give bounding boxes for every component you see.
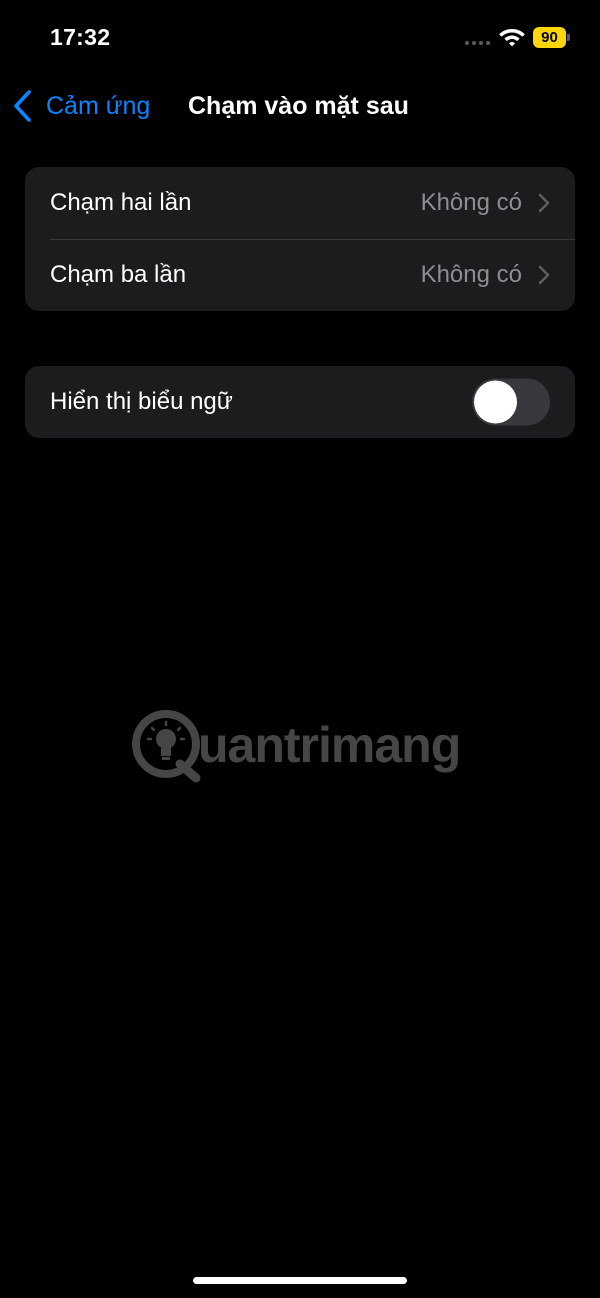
toggle-knob: [474, 380, 517, 424]
banner-group: Hiển thị biểu ngữ: [25, 366, 575, 438]
tap-actions-group: Chạm hai lần Không có Chạm ba lần Không …: [25, 167, 575, 311]
watermark-text: uantrimang: [198, 717, 461, 773]
row-triple-tap[interactable]: Chạm ba lần Không có: [25, 239, 575, 311]
screen: 17:32 90 Cảm ứng Chạm vào mặt sau Chạm h…: [0, 0, 600, 1298]
row-double-tap[interactable]: Chạm hai lần Không có: [25, 167, 575, 240]
chevron-right-icon: [538, 265, 550, 285]
row-value: Không có: [420, 189, 522, 216]
status-time: 17:32: [50, 24, 111, 50]
row-value: Không có: [420, 261, 522, 288]
chevron-right-icon: [538, 193, 550, 213]
page-title: Chạm vào mặt sau: [188, 92, 409, 120]
row-label: Hiển thị biểu ngữ: [50, 388, 233, 415]
battery-level: 90: [541, 29, 558, 46]
row-show-banner: Hiển thị biểu ngữ: [25, 366, 575, 438]
wifi-icon: [499, 29, 525, 47]
row-label: Chạm hai lần: [50, 189, 192, 216]
battery-icon: 90: [533, 27, 566, 48]
show-banner-toggle[interactable]: [472, 378, 550, 426]
battery-cap: [567, 34, 570, 41]
home-indicator[interactable]: [193, 1277, 407, 1284]
status-bar: 17:32 90: [0, 0, 600, 70]
watermark: uantrimang: [128, 705, 478, 785]
nav-bar: Cảm ứng Chạm vào mặt sau: [0, 78, 600, 134]
back-button[interactable]: Cảm ứng: [12, 86, 150, 126]
lightbulb-logo-icon: [132, 710, 201, 783]
back-label: Cảm ứng: [46, 91, 151, 120]
chevron-left-icon: [14, 90, 31, 122]
signal-dots-icon: [465, 41, 490, 45]
row-label: Chạm ba lần: [50, 261, 187, 288]
